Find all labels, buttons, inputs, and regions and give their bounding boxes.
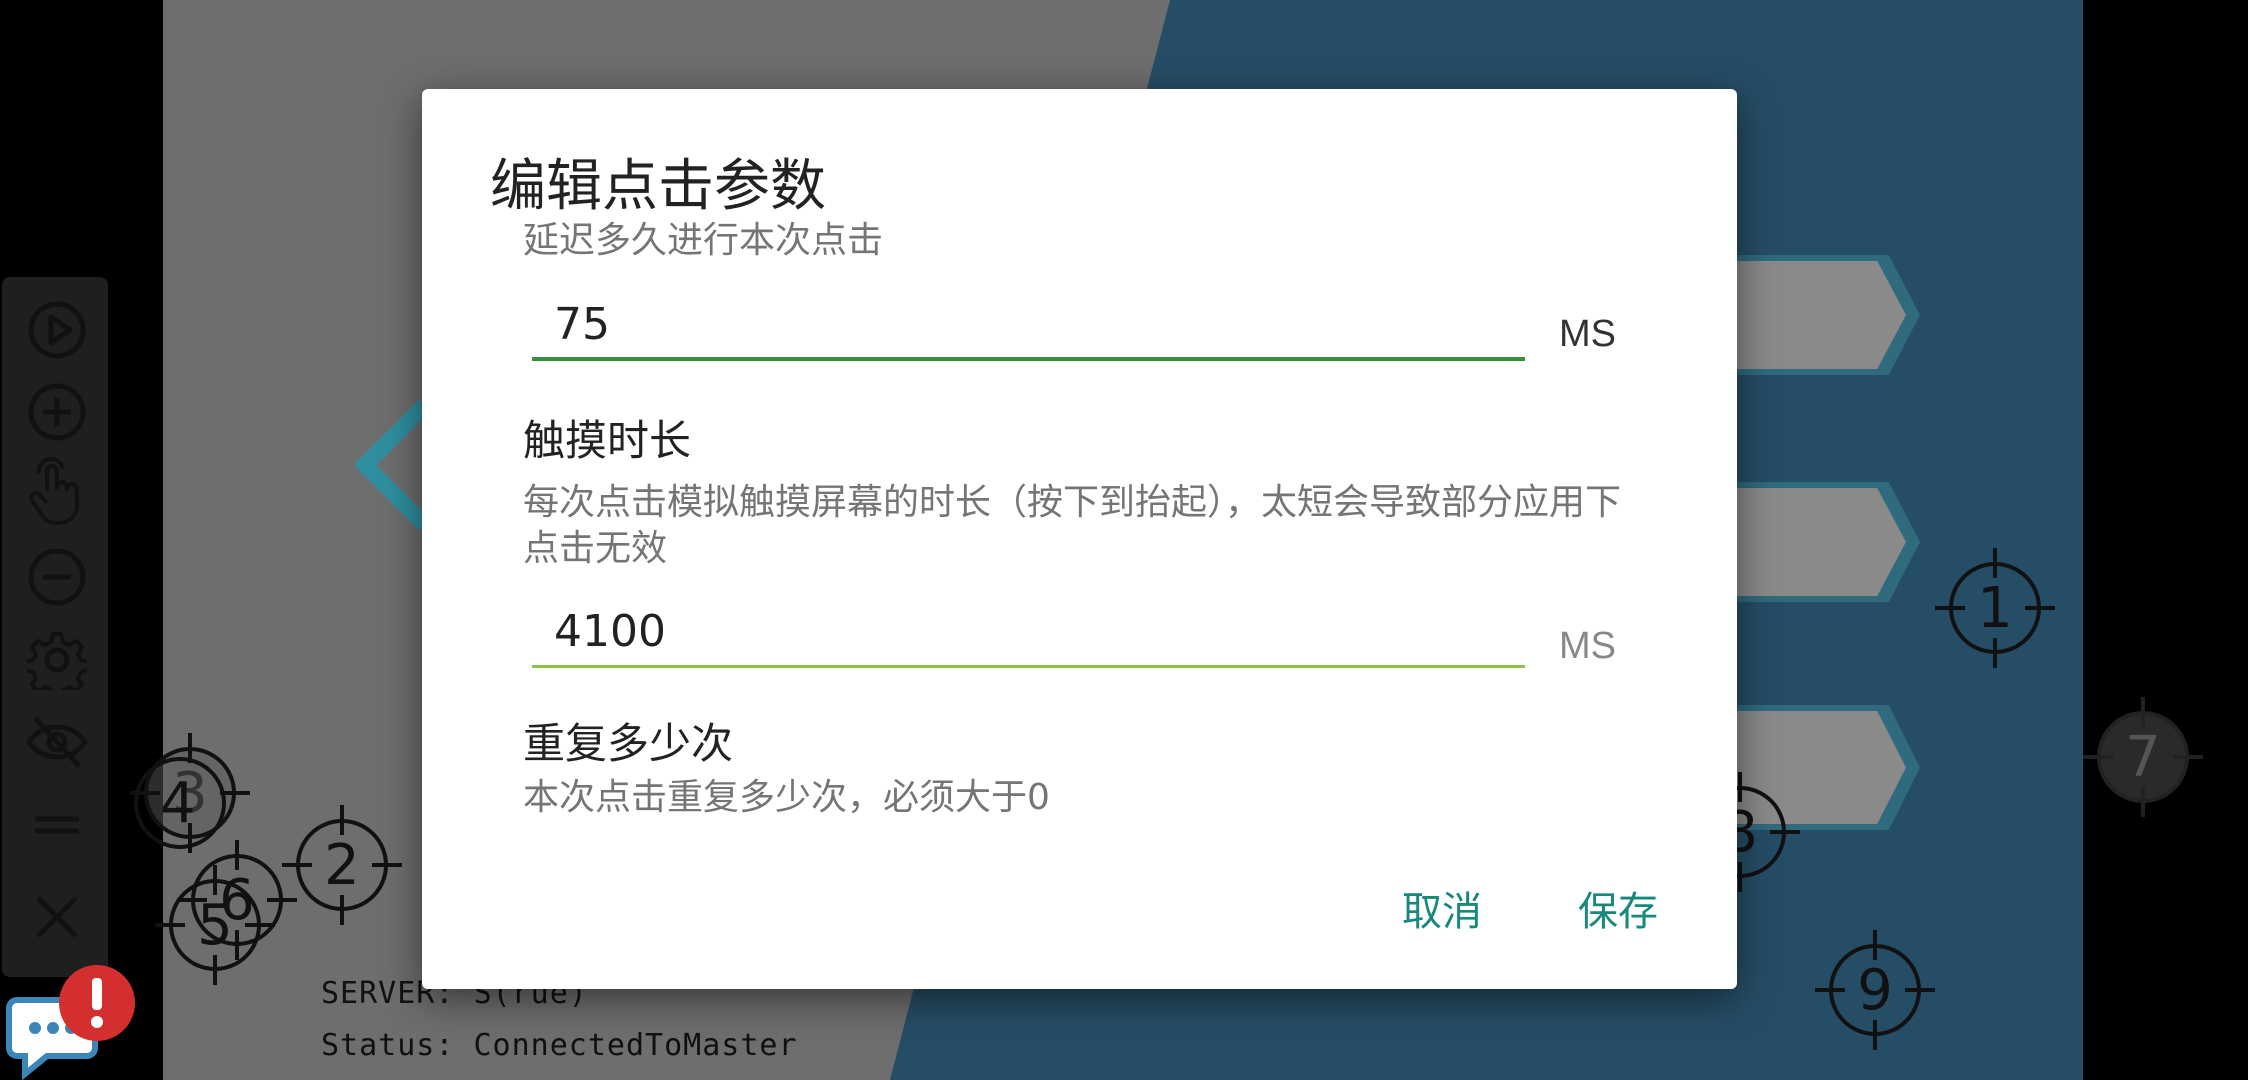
target-number: 2	[324, 832, 360, 898]
play-icon[interactable]	[22, 295, 92, 365]
click-target-6[interactable]: 6	[177, 840, 297, 960]
target-number: 9	[1857, 957, 1893, 1023]
connection-status-line: Status: ConnectedToMaster	[321, 1028, 798, 1063]
click-target-7[interactable]: 7	[2083, 697, 2203, 817]
eye-off-icon[interactable]	[22, 707, 92, 777]
delay-input-value: 75	[554, 299, 610, 350]
delay-input[interactable]: 75	[532, 295, 1525, 361]
touch-duration-input-value: 4100	[554, 606, 666, 657]
delay-description: 延迟多久进行本次点击	[523, 220, 884, 261]
target-number: 1	[1977, 575, 2013, 641]
floating-toolbar	[2, 277, 108, 977]
dialog-title: 编辑点击参数	[490, 154, 826, 219]
delay-input-underline	[532, 357, 1525, 361]
touch-duration-input[interactable]: 4100	[532, 602, 1525, 668]
edit-click-params-dialog: 编辑点击参数 延迟多久进行本次点击 75 MS 触摸时长 每次点击模拟触摸屏幕的…	[422, 89, 1737, 989]
drag-handle-icon[interactable]	[22, 790, 92, 860]
touch-duration-label: 触摸时长	[523, 416, 692, 465]
touch-duration-description: 每次点击模拟触摸屏幕的时长（按下到抬起），太短会导致部分应用下点击无效	[523, 482, 1622, 569]
remove-circle-icon[interactable]	[22, 542, 92, 612]
target-number: 6	[219, 867, 255, 933]
gear-icon[interactable]	[22, 625, 92, 695]
click-target-1[interactable]: 1	[1935, 548, 2055, 668]
repeat-count-label: 重复多少次	[523, 719, 734, 768]
feedback-chat-icon[interactable]	[5, 960, 145, 1080]
target-number: 7	[2125, 724, 2161, 790]
repeat-count-description: 本次点击重复多少次，必须大于0	[523, 777, 1050, 818]
close-icon[interactable]	[22, 882, 92, 952]
right-letterbox	[2083, 0, 2248, 1080]
tap-hand-icon[interactable]	[22, 457, 92, 527]
cancel-button[interactable]: 取消	[1402, 879, 1482, 937]
add-circle-icon[interactable]	[22, 377, 92, 447]
delay-unit: MS	[1559, 313, 1616, 355]
touch-duration-underline	[532, 665, 1525, 668]
save-button[interactable]: 保存	[1578, 879, 1658, 937]
click-target-9[interactable]: 9	[1815, 930, 1935, 1050]
click-target-2[interactable]: 2	[282, 805, 402, 925]
touch-duration-unit: MS	[1559, 625, 1616, 667]
